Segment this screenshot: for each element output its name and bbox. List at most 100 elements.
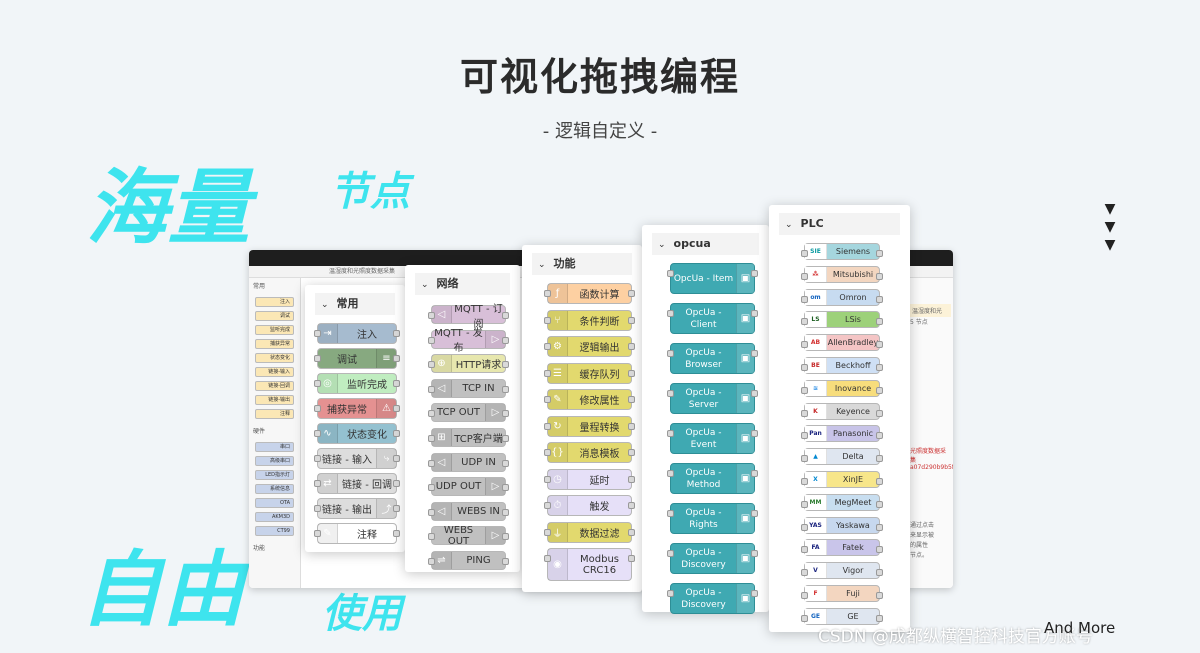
input-port[interactable] <box>428 557 435 565</box>
palette-node[interactable]: OpcUa - Rights ▣ <box>667 503 758 534</box>
output-port[interactable] <box>876 250 883 257</box>
output-port[interactable] <box>876 546 883 554</box>
output-port[interactable] <box>393 530 400 537</box>
palette-node[interactable]: F Fuji <box>801 584 883 602</box>
input-port[interactable] <box>428 484 435 492</box>
input-port[interactable] <box>314 505 321 512</box>
input-port[interactable] <box>801 591 808 599</box>
output-port[interactable] <box>751 390 758 397</box>
output-port[interactable] <box>502 312 509 319</box>
input-port[interactable] <box>544 502 551 509</box>
palette-node[interactable]: MM MegMeet <box>801 493 883 511</box>
output-port[interactable] <box>876 614 883 622</box>
input-port[interactable] <box>801 523 808 531</box>
input-port[interactable] <box>801 432 808 440</box>
output-port[interactable] <box>393 330 400 337</box>
panel-header[interactable]: ⌄ PLC <box>779 213 900 235</box>
input-port[interactable] <box>428 336 435 344</box>
palette-node[interactable]: 调试 ≡ <box>314 348 400 369</box>
palette-node[interactable]: ◁ WEBS IN <box>428 501 509 521</box>
palette-node[interactable]: WEBS OUT ▷ <box>428 525 509 547</box>
output-port[interactable] <box>876 363 883 371</box>
palette-node[interactable]: V Vigor <box>801 562 883 580</box>
palette-node[interactable]: UDP OUT ▷ <box>428 477 509 497</box>
output-port[interactable] <box>628 369 635 377</box>
input-port[interactable] <box>544 396 551 403</box>
palette-node[interactable]: ⇄ 链接 - 回调 <box>314 473 400 494</box>
output-port[interactable] <box>876 591 883 599</box>
input-port[interactable] <box>801 272 808 280</box>
input-port[interactable] <box>314 480 321 487</box>
input-port[interactable] <box>801 614 808 622</box>
input-port[interactable] <box>544 528 551 536</box>
input-port[interactable] <box>667 270 674 277</box>
output-port[interactable] <box>502 336 509 344</box>
output-port[interactable] <box>502 361 509 369</box>
input-port[interactable] <box>544 316 551 324</box>
palette-node[interactable]: X XinJE <box>801 470 883 488</box>
input-port[interactable] <box>544 449 551 456</box>
palette-node[interactable]: FA Fatek <box>801 539 883 557</box>
output-port[interactable] <box>751 310 758 317</box>
mini-palette-node[interactable]: 监听完成 <box>255 325 294 335</box>
input-port[interactable] <box>428 533 435 541</box>
mini-palette-node[interactable]: 注入 <box>255 297 294 307</box>
input-port[interactable] <box>667 470 674 477</box>
input-port[interactable] <box>667 510 674 517</box>
palette-node[interactable]: ⇥ 注入 <box>314 323 400 344</box>
input-port[interactable] <box>667 310 674 317</box>
input-port[interactable] <box>801 318 808 326</box>
palette-node[interactable]: LS LSis <box>801 311 883 329</box>
output-port[interactable] <box>876 477 883 485</box>
output-port[interactable] <box>393 355 400 362</box>
palette-node[interactable]: OpcUa - Browser ▣ <box>667 343 758 374</box>
output-port[interactable] <box>751 590 758 597</box>
palette-category-hardware[interactable]: 硬件 <box>249 423 300 438</box>
input-port[interactable] <box>801 386 808 394</box>
input-port[interactable] <box>428 385 435 393</box>
output-port[interactable] <box>876 409 883 417</box>
mini-palette-node[interactable]: 系统信息 <box>255 484 294 494</box>
output-port[interactable] <box>628 475 635 483</box>
palette-node[interactable]: AB AllenBradley <box>801 334 883 352</box>
output-port[interactable] <box>502 533 509 541</box>
output-port[interactable] <box>393 380 400 387</box>
input-port[interactable] <box>667 430 674 437</box>
output-port[interactable] <box>628 555 635 562</box>
input-port[interactable] <box>801 455 808 463</box>
palette-node[interactable]: ◁ TCP IN <box>428 378 509 398</box>
input-port[interactable] <box>544 555 551 562</box>
palette-node[interactable]: OpcUa - Discovery ▣ <box>667 583 758 614</box>
input-port[interactable] <box>801 363 808 371</box>
input-port[interactable] <box>801 500 808 508</box>
input-port[interactable] <box>314 530 321 537</box>
palette-node[interactable]: ≋ Inovance <box>801 379 883 397</box>
input-port[interactable] <box>428 508 435 516</box>
input-port[interactable] <box>801 409 808 417</box>
palette-node[interactable]: 捕获异常 ⚠ <box>314 398 400 419</box>
output-port[interactable] <box>393 480 400 487</box>
input-port[interactable] <box>667 550 674 557</box>
input-port[interactable] <box>544 422 551 430</box>
input-port[interactable] <box>314 430 321 437</box>
output-port[interactable] <box>628 422 635 430</box>
output-port[interactable] <box>628 316 635 324</box>
input-port[interactable] <box>314 330 321 337</box>
palette-node[interactable]: BE Beckhoff <box>801 356 883 374</box>
palette-node[interactable]: OpcUa - Event ▣ <box>667 423 758 454</box>
output-port[interactable] <box>502 459 509 467</box>
input-port[interactable] <box>314 405 321 412</box>
output-port[interactable] <box>502 557 509 565</box>
input-port[interactable] <box>428 361 435 369</box>
palette-node[interactable]: ◉ Modbus CRC16 <box>544 548 635 581</box>
panel-header[interactable]: ⌄ 功能 <box>532 253 632 275</box>
mini-palette-node[interactable]: OTA <box>255 498 294 508</box>
input-port[interactable] <box>428 434 435 442</box>
output-port[interactable] <box>751 270 758 277</box>
output-port[interactable] <box>876 272 883 280</box>
input-port[interactable] <box>544 369 551 377</box>
palette-node[interactable]: TCP OUT ▷ <box>428 403 509 423</box>
input-port[interactable] <box>801 295 808 303</box>
mini-palette-node[interactable]: 链接-回调 <box>255 381 294 391</box>
output-port[interactable] <box>876 295 883 303</box>
